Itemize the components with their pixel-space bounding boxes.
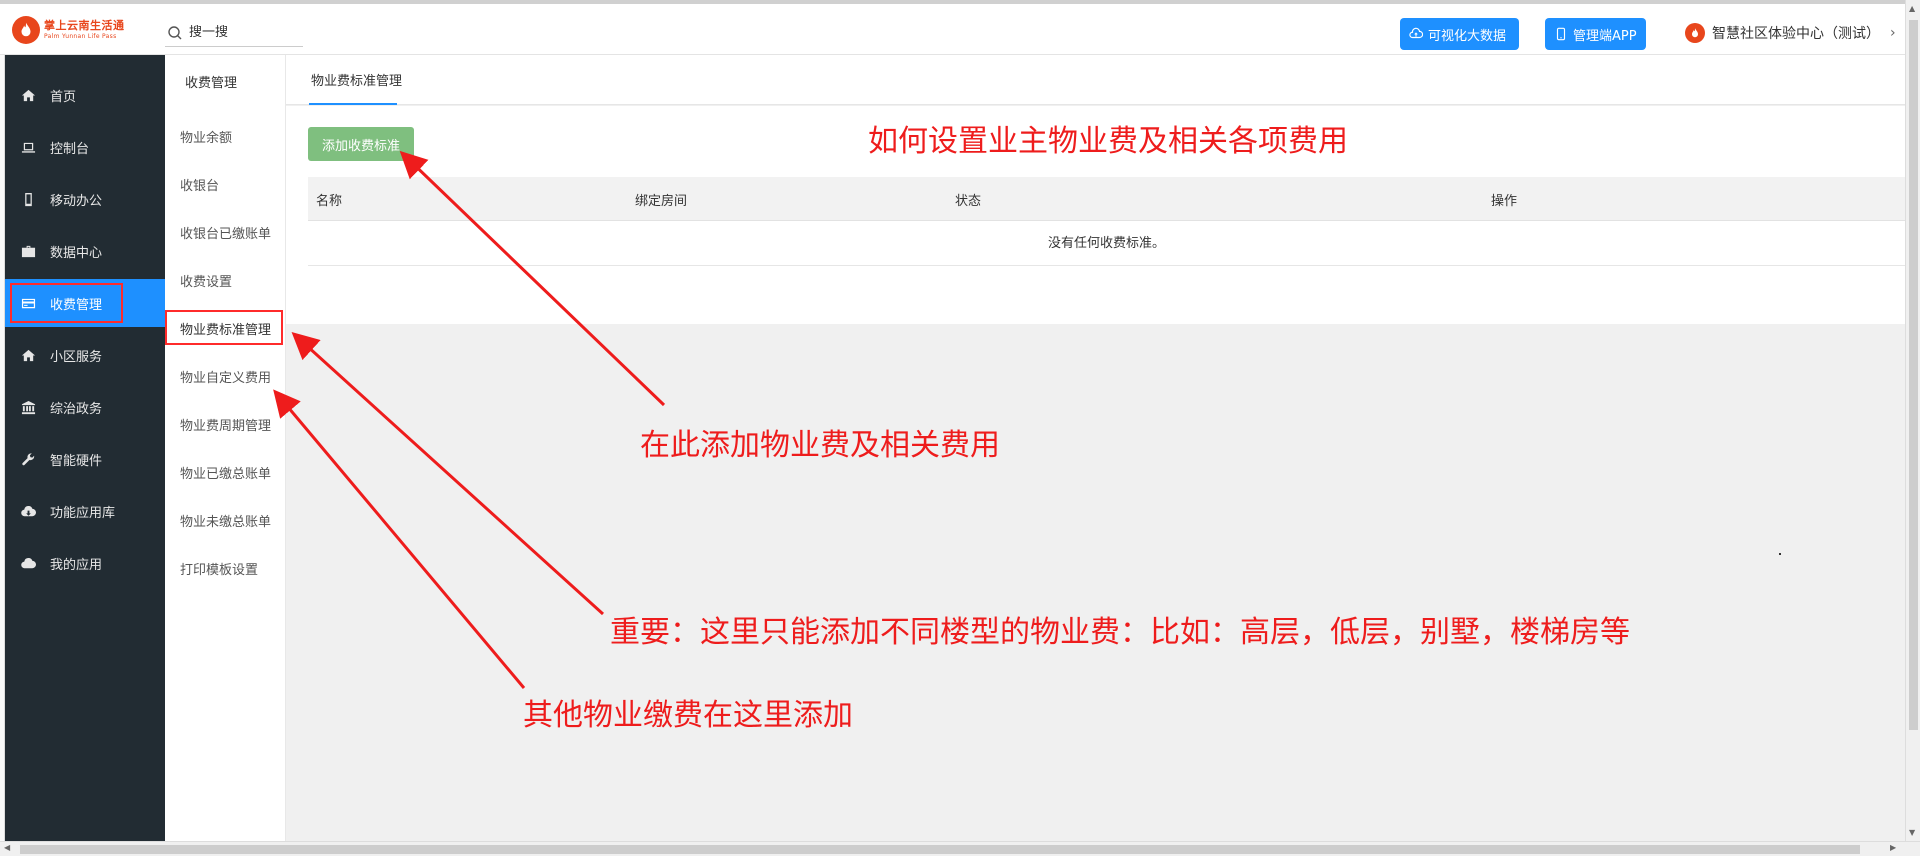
billing-subnav: 收费管理 物业余额 收银台 收银台已缴账单 收费设置 物业费标准管理 物业自定义… bbox=[165, 55, 286, 841]
subnav-item-unpaid-total-bills[interactable]: 物业未缴总账单 bbox=[180, 511, 271, 530]
subnav-item-fee-settings[interactable]: 收费设置 bbox=[180, 271, 232, 290]
subnav-title: 收费管理 bbox=[185, 76, 238, 91]
sidebar-item-my-apps[interactable]: 我的应用 bbox=[5, 539, 165, 587]
laptop-icon bbox=[20, 139, 36, 155]
bank-icon bbox=[20, 399, 36, 415]
community-avatar-icon bbox=[1685, 23, 1705, 43]
mobile-icon bbox=[1556, 27, 1566, 41]
briefcase-icon bbox=[20, 243, 36, 259]
sidebar-item-data-center[interactable]: 数据中心 bbox=[5, 227, 165, 275]
vertical-scrollbar[interactable]: ▲ ▼ bbox=[1905, 0, 1920, 841]
sidebar-item-label: 移动办公 bbox=[50, 193, 103, 209]
horizontal-scroll-thumb[interactable] bbox=[20, 845, 1860, 854]
sidebar-item-app-library[interactable]: 功能应用库 bbox=[5, 487, 165, 535]
big-data-label: 可视化大数据 bbox=[1428, 28, 1507, 44]
stray-dot bbox=[1779, 553, 1781, 555]
scroll-left-icon[interactable]: ◀ bbox=[4, 843, 10, 852]
column-header-name: 名称 bbox=[316, 194, 343, 209]
highlight-box bbox=[10, 283, 123, 323]
top-header: 掌上云南生活通 Palm Yunnan Life Pass 可视化大数据 管理端… bbox=[0, 0, 1905, 55]
subnav-item-fee-standard[interactable]: 物业费标准管理 bbox=[180, 319, 271, 338]
sidebar-item-billing[interactable]: 收费管理 bbox=[5, 279, 165, 327]
subnav-item-custom-fees[interactable]: 物业自定义费用 bbox=[180, 367, 271, 386]
active-tab-indicator bbox=[309, 103, 397, 105]
subnav-item-paid-total-bills[interactable]: 物业已缴总账单 bbox=[180, 463, 271, 482]
brand-name-cn: 掌上云南生活通 bbox=[44, 19, 125, 32]
column-header-actions: 操作 bbox=[1491, 194, 1518, 209]
sidebar-item-label: 控制台 bbox=[50, 141, 90, 157]
brand-name-en: Palm Yunnan Life Pass bbox=[44, 33, 117, 40]
sidebar-item-label: 功能应用库 bbox=[50, 505, 116, 521]
sidebar-item-label: 我的应用 bbox=[50, 557, 103, 573]
home-icon bbox=[20, 347, 36, 363]
home-icon bbox=[20, 87, 36, 103]
sidebar-item-label: 综治政务 bbox=[50, 401, 103, 417]
horizontal-scrollbar[interactable]: ◀ ▶ bbox=[0, 841, 1920, 856]
community-switcher[interactable]: 智慧社区体验中心（测试） › bbox=[1685, 21, 1896, 45]
management-app-button[interactable]: 管理端APP bbox=[1545, 18, 1646, 50]
table-empty-message: 没有任何收费标准。 bbox=[308, 221, 1905, 266]
annotation-add-fees: 在此添加物业费及相关费用 bbox=[640, 428, 1000, 463]
sidebar-item-community-service[interactable]: 小区服务 bbox=[5, 331, 165, 379]
scroll-right-icon[interactable]: ▶ bbox=[1890, 843, 1896, 852]
vertical-scroll-thumb[interactable] bbox=[1909, 20, 1918, 730]
search-icon bbox=[168, 25, 182, 39]
cloud-download-icon bbox=[20, 503, 36, 519]
search-box[interactable] bbox=[165, 19, 303, 47]
sidebar-item-mobile-office[interactable]: 移动办公 bbox=[5, 175, 165, 223]
content-tabs: 物业费标准管理 bbox=[286, 55, 1905, 105]
sidebar-item-government[interactable]: 综治政务 bbox=[5, 383, 165, 431]
subnav-item-cashier-paid-bills[interactable]: 收银台已缴账单 bbox=[180, 223, 271, 242]
search-input[interactable] bbox=[189, 25, 299, 40]
flame-logo-icon bbox=[12, 16, 40, 44]
tab-fee-standard[interactable]: 物业费标准管理 bbox=[311, 70, 402, 89]
community-name: 智慧社区体验中心（测试） bbox=[1712, 26, 1880, 42]
subnav-item-fee-cycle[interactable]: 物业费周期管理 bbox=[180, 415, 271, 434]
sidebar-item-home[interactable]: 首页 bbox=[5, 71, 165, 119]
subnav-item-property-balance[interactable]: 物业余额 bbox=[180, 127, 232, 146]
sidebar-item-label: 数据中心 bbox=[50, 245, 103, 261]
column-header-bound-rooms: 绑定房间 bbox=[635, 194, 688, 209]
cloud-upload-icon bbox=[1409, 27, 1423, 39]
annotation-title: 如何设置业主物业费及相关各项费用 bbox=[868, 124, 1348, 159]
sidebar-item-label: 小区服务 bbox=[50, 349, 103, 365]
sidebar-item-smart-hardware[interactable]: 智能硬件 bbox=[5, 435, 165, 483]
annotation-other-fees: 其他物业缴费在这里添加 bbox=[523, 698, 853, 733]
subnav-item-print-template[interactable]: 打印模板设置 bbox=[180, 559, 258, 578]
column-header-status: 状态 bbox=[955, 194, 982, 209]
mobile-icon bbox=[20, 191, 36, 207]
table-header: 名称 绑定房间 状态 操作 bbox=[308, 177, 1905, 221]
add-fee-standard-button[interactable]: 添加收费标准 bbox=[308, 127, 414, 161]
management-app-label: 管理端APP bbox=[1573, 28, 1637, 44]
subnav-item-cashier[interactable]: 收银台 bbox=[180, 175, 219, 194]
main-sidebar: 首页 控制台 移动办公 数据中心 收费管理 小区服务 综治政务 智能硬件 功能应… bbox=[5, 55, 165, 841]
wrench-icon bbox=[20, 451, 36, 467]
sidebar-item-label: 智能硬件 bbox=[50, 453, 103, 469]
arrow-to-custom-fees bbox=[273, 389, 526, 689]
arrow-to-fee-standard bbox=[291, 331, 605, 616]
cloud-icon bbox=[20, 555, 36, 571]
chevron-right-icon: › bbox=[1890, 25, 1896, 41]
sidebar-item-label: 首页 bbox=[50, 89, 77, 105]
big-data-button[interactable]: 可视化大数据 bbox=[1400, 18, 1519, 50]
scroll-down-icon[interactable]: ▼ bbox=[1909, 828, 1915, 837]
brand-logo[interactable]: 掌上云南生活通 Palm Yunnan Life Pass bbox=[12, 15, 132, 45]
scroll-up-icon[interactable]: ▲ bbox=[1909, 4, 1915, 13]
annotation-important: 重要：这里只能添加不同楼型的物业费：比如：高层，低层，别墅，楼梯房等 bbox=[610, 615, 1630, 650]
sidebar-item-console[interactable]: 控制台 bbox=[5, 123, 165, 171]
